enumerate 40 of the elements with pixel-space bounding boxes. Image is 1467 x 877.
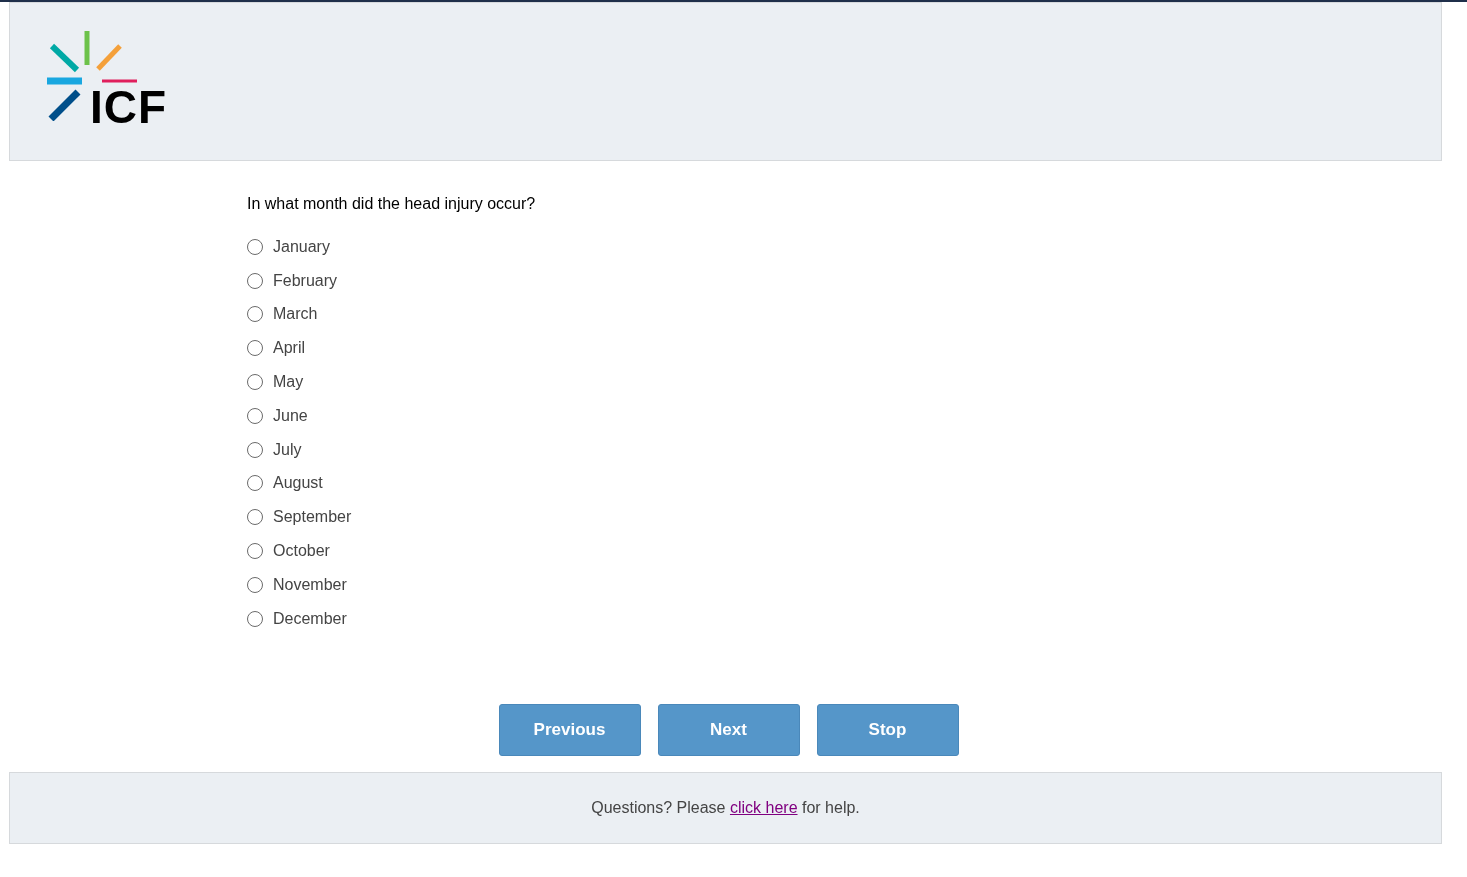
help-text: Questions? Please click here for help. <box>591 797 860 818</box>
radio-button[interactable] <box>247 610 263 627</box>
month-option[interactable]: December <box>247 601 347 636</box>
radio-button[interactable] <box>247 475 263 492</box>
option-label: January <box>273 236 330 257</box>
month-option[interactable]: July <box>247 432 302 467</box>
option-label: July <box>273 439 302 460</box>
month-option[interactable]: August <box>247 466 323 501</box>
radio-button[interactable] <box>247 509 263 526</box>
month-option[interactable]: November <box>247 567 347 602</box>
radio-button[interactable] <box>247 441 263 458</box>
option-label: May <box>273 372 304 393</box>
option-label: October <box>273 541 330 562</box>
radio-button[interactable] <box>247 306 263 323</box>
option-label: December <box>273 608 347 629</box>
option-label: April <box>273 338 305 359</box>
radio-button[interactable] <box>247 576 263 593</box>
radio-button[interactable] <box>247 543 263 560</box>
month-option[interactable]: March <box>247 297 318 332</box>
question-text: In what month did the head injury occur? <box>247 194 537 214</box>
radio-button[interactable] <box>247 238 263 255</box>
logo-wordmark: ICF <box>90 84 168 130</box>
option-label: June <box>273 405 308 426</box>
option-label: September <box>273 507 352 528</box>
month-option[interactable]: June <box>247 399 308 433</box>
month-option[interactable]: September <box>247 500 352 535</box>
radio-button[interactable] <box>247 340 263 357</box>
help-link[interactable]: click here <box>729 798 798 816</box>
radio-button[interactable] <box>247 272 263 289</box>
option-label: August <box>273 473 323 494</box>
radio-button[interactable] <box>247 407 263 424</box>
month-option[interactable]: May <box>247 365 304 399</box>
month-option[interactable]: October <box>247 534 330 568</box>
radio-button[interactable] <box>247 374 263 391</box>
month-option[interactable]: January <box>247 230 330 264</box>
month-option[interactable]: April <box>247 331 305 366</box>
option-label: November <box>273 574 347 595</box>
month-option[interactable]: February <box>247 263 338 298</box>
option-label: March <box>273 304 318 325</box>
option-label: February <box>273 270 338 291</box>
